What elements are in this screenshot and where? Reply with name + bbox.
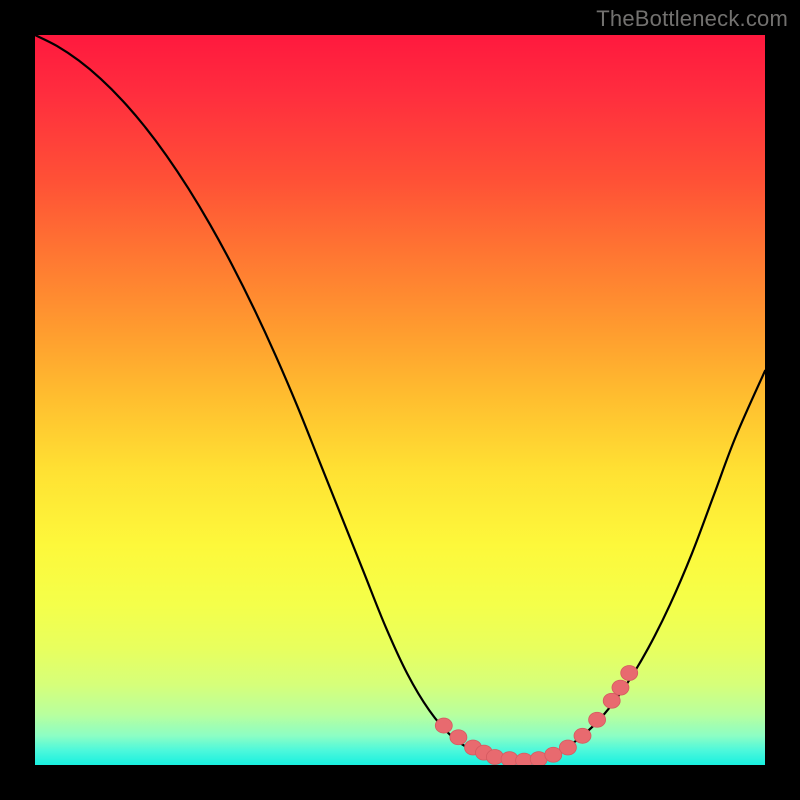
watermark-text: TheBottleneck.com <box>596 6 788 32</box>
marker-dot <box>435 718 452 733</box>
marker-dot <box>621 666 638 681</box>
marker-dot <box>545 747 562 762</box>
marker-dot <box>450 730 467 745</box>
marker-dot <box>559 740 576 755</box>
bottleneck-curve <box>35 35 765 761</box>
curve-markers <box>435 666 637 765</box>
marker-dot <box>603 693 620 708</box>
marker-dot <box>589 712 606 727</box>
marker-dot <box>574 728 591 743</box>
plot-area <box>35 35 765 765</box>
marker-dot <box>612 680 629 695</box>
curve-layer <box>35 35 765 765</box>
marker-dot <box>501 752 518 765</box>
chart-frame: TheBottleneck.com <box>0 0 800 800</box>
marker-dot <box>486 749 503 764</box>
